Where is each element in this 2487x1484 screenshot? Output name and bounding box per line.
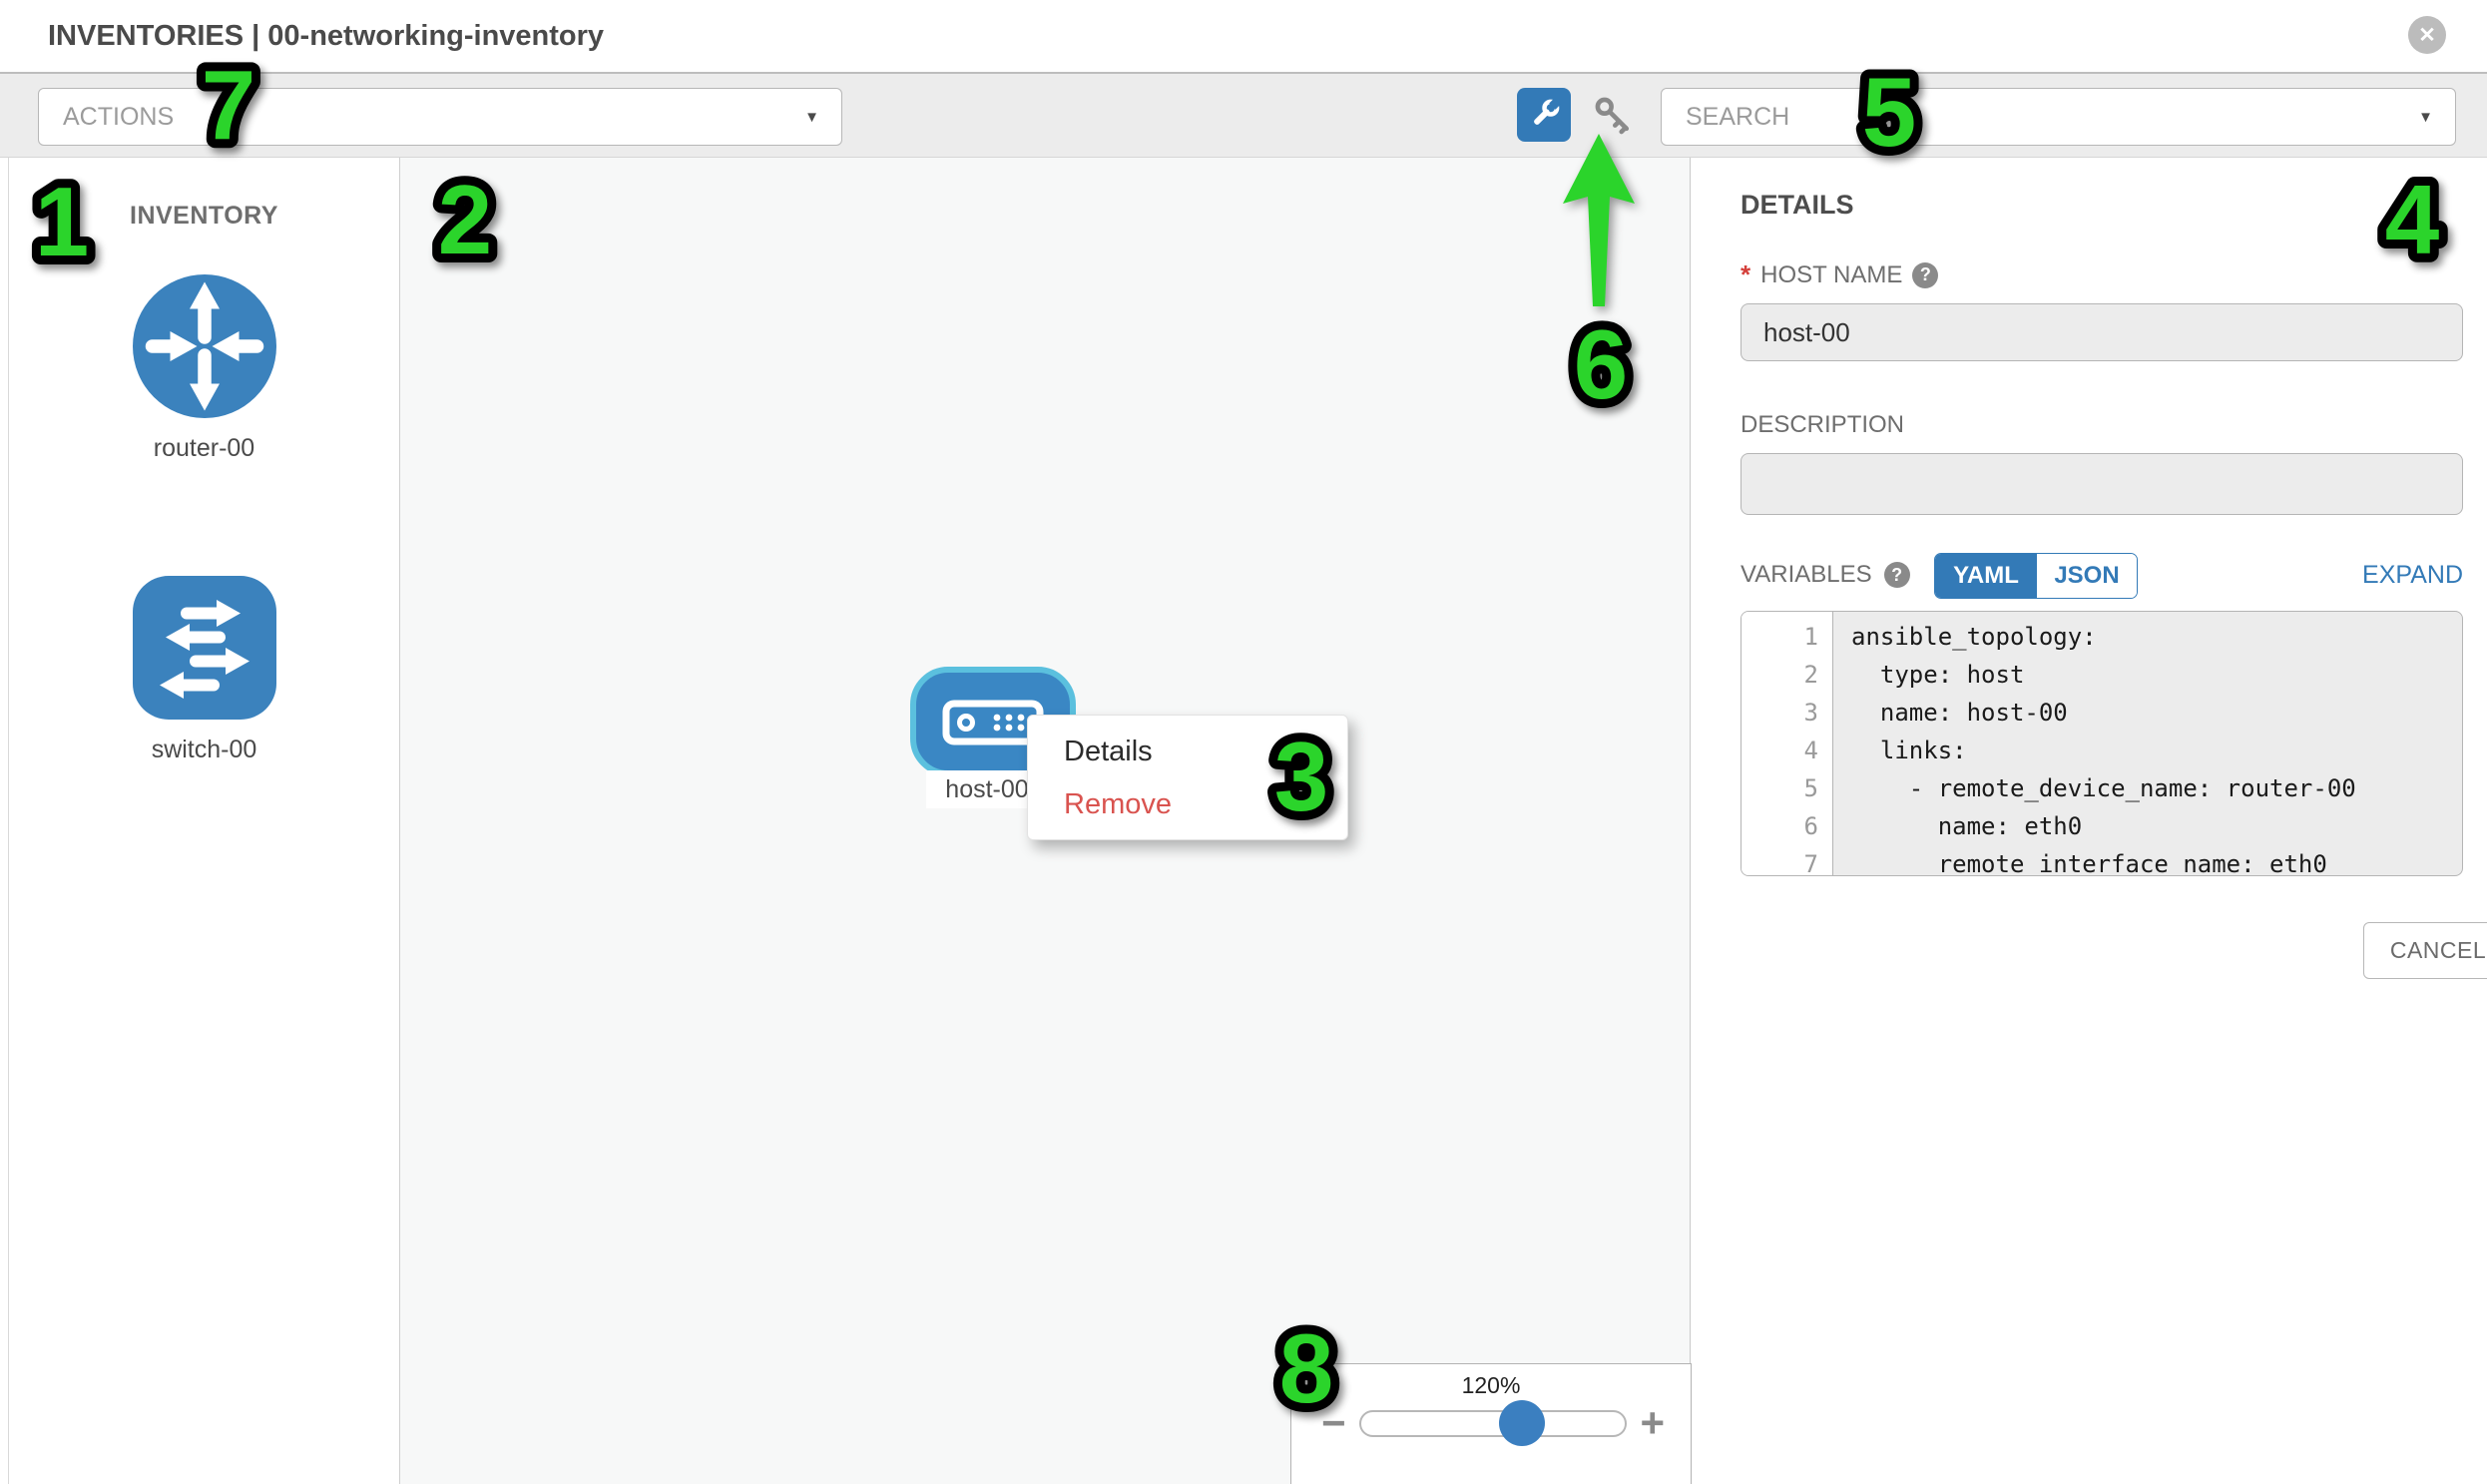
sidebar-title: INVENTORY	[9, 202, 399, 231]
actions-dropdown[interactable]: ACTIONS ▼	[38, 88, 842, 146]
variables-code-editor[interactable]: 1 2 3 4 5 6 7 ansible_topology: type: ho…	[1741, 611, 2463, 876]
palette-item-switch: switch-00	[9, 573, 399, 764]
inventory-topology-page: INVENTORIES | 00-networking-inventory ✕ …	[0, 0, 2487, 1484]
cancel-button[interactable]: CANCEL	[2363, 922, 2487, 979]
details-panel-title: DETAILS	[1741, 190, 1854, 221]
search-dropdown[interactable]: SEARCH ▼	[1661, 88, 2456, 146]
editor-code-lines[interactable]: ansible_topology: type: host name: host-…	[1833, 612, 2462, 875]
configure-topology-button[interactable]	[1517, 88, 1571, 142]
host-name-input[interactable]	[1741, 303, 2463, 361]
breadcrumb: INVENTORIES | 00-networking-inventory	[48, 0, 604, 72]
key-icon	[1591, 94, 1635, 138]
actions-dropdown-placeholder: ACTIONS	[63, 103, 174, 132]
required-asterisk: *	[1741, 259, 1750, 290]
palette-item-router: router-00	[9, 271, 399, 463]
zoom-in-button[interactable]: +	[1640, 1402, 1665, 1444]
inventory-sidebar: INVENTORY router-00	[8, 158, 400, 1484]
variables-format-toggle: YAML JSON	[1934, 553, 2138, 599]
variables-label: VARIABLES	[1741, 561, 1872, 589]
chevron-down-icon: ▼	[804, 109, 819, 126]
router-device[interactable]	[130, 271, 279, 421]
router-icon	[130, 271, 279, 421]
json-toggle-button[interactable]: JSON	[2037, 554, 2137, 598]
zoom-control-panel: 120% − +	[1290, 1363, 1692, 1484]
close-icon[interactable]: ✕	[2408, 16, 2446, 54]
variables-row: VARIABLES ? YAML JSON EXPAND	[1741, 553, 2463, 597]
switch-device[interactable]	[130, 573, 279, 723]
description-input[interactable]	[1741, 453, 2463, 515]
device-label: router-00	[9, 434, 399, 463]
wrench-icon	[1524, 95, 1564, 135]
help-icon[interactable]: ?	[1912, 262, 1938, 288]
context-menu-item-remove[interactable]: Remove	[1028, 778, 1347, 831]
host-name-label: HOST NAME	[1760, 261, 1902, 289]
zoom-slider[interactable]	[1359, 1410, 1627, 1437]
credentials-key-button[interactable]	[1589, 92, 1637, 140]
zoom-slider-thumb[interactable]	[1499, 1400, 1545, 1446]
zoom-out-button[interactable]: −	[1321, 1402, 1346, 1444]
description-label: DESCRIPTION	[1741, 411, 1904, 439]
node-context-menu: Details Remove	[1027, 715, 1348, 840]
context-menu-item-details[interactable]: Details	[1028, 726, 1347, 778]
page-header: INVENTORIES | 00-networking-inventory ✕	[0, 0, 2487, 72]
zoom-level-label: 120%	[1291, 1372, 1691, 1399]
editor-line-numbers: 1 2 3 4 5 6 7	[1741, 612, 1833, 875]
search-dropdown-placeholder: SEARCH	[1686, 103, 1789, 132]
details-panel: DETAILS * HOST NAME ? DESCRIPTION VARIAB…	[1691, 158, 2487, 1484]
switch-icon	[130, 573, 279, 723]
host-name-label-row: * HOST NAME ?	[1741, 259, 1938, 290]
device-label: switch-00	[9, 736, 399, 764]
help-icon[interactable]: ?	[1884, 562, 1910, 588]
chevron-down-icon: ▼	[2418, 109, 2433, 126]
yaml-toggle-button[interactable]: YAML	[1935, 554, 2037, 598]
expand-link[interactable]: EXPAND	[2362, 561, 2463, 590]
toolbar: ACTIONS ▼ SEARCH	[0, 72, 2487, 158]
